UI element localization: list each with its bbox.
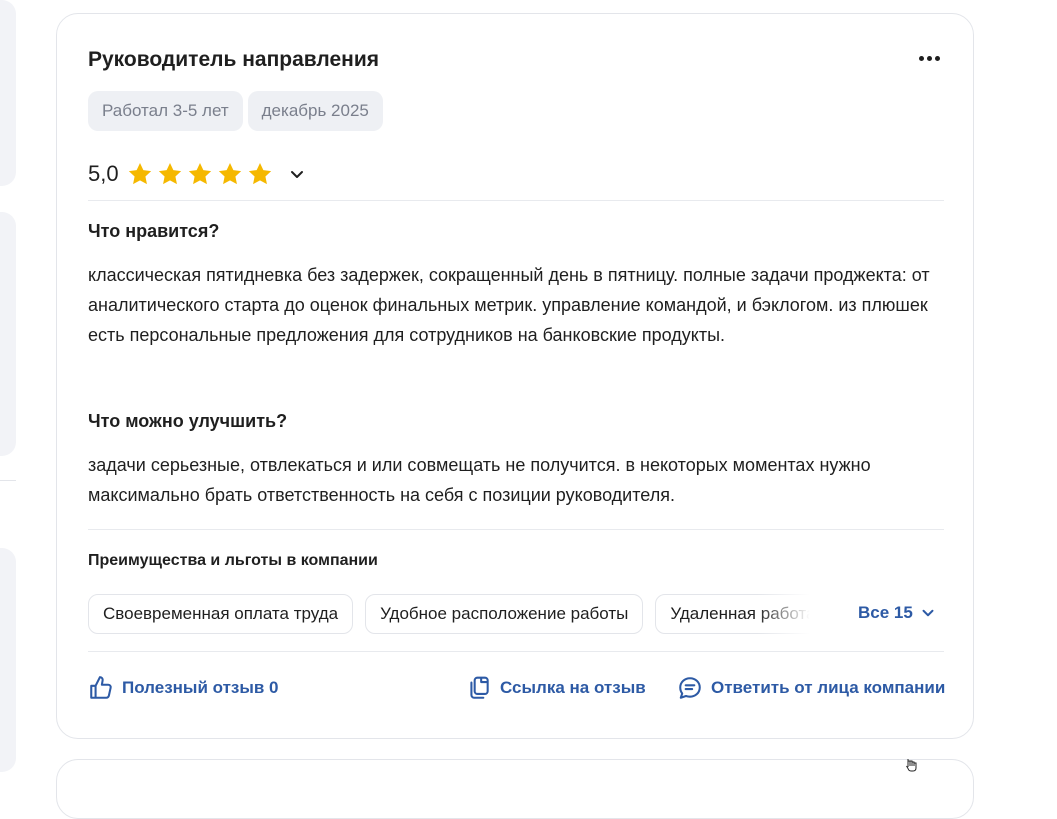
more-options-button[interactable] [913,44,945,72]
likes-heading: Что нравится? [88,221,220,241]
review-title: Руководитель направления [88,48,379,71]
copy-link-button[interactable]: Ссылка на отзыв [466,675,646,701]
hand-cursor-icon [906,759,917,772]
improve-heading: Что можно улучшить? [88,411,288,431]
chevron-down-icon[interactable] [285,162,309,186]
benefits-heading: Преимущества и льготы в компании [88,552,378,569]
thumbs-up-icon [90,676,112,699]
review-card: Руководитель направления Работал 3-5 лет… [56,13,974,739]
adjacent-card-edge [0,548,16,772]
divider [88,651,944,652]
benefit-chip[interactable]: Удобное расположение работы [365,594,644,634]
divider [88,529,944,530]
more-horizontal-icon [918,55,924,61]
benefits-chips: Своевременная оплата труда Удобное распо… [88,594,818,634]
chat-bubble-icon [679,677,701,699]
rating-value: 5,0 [88,161,119,186]
all-benefits-label: Все 15 [858,603,913,622]
helpful-label: Полезный отзыв 0 [122,678,279,697]
divider [88,200,944,201]
rating-row: 5,0 [88,158,309,190]
adjacent-card-edge [0,0,16,186]
rating-stars [127,161,273,187]
benefit-chip[interactable]: Удаленная работа [655,594,818,634]
reply-as-company-button[interactable]: Ответить от лица компании [677,675,945,701]
divider [0,480,16,481]
copy-link-label: Ссылка на отзыв [500,678,646,697]
helpful-review-button[interactable]: Полезный отзыв 0 [88,675,279,701]
star-icon [128,162,151,185]
all-benefits-button[interactable]: Все 15 [858,603,937,623]
benefit-chip[interactable]: Своевременная оплата труда [88,594,354,634]
review-tags: Работал 3-5 лет декабрь 2025 [88,91,383,131]
tag-date: декабрь 2025 [247,91,383,131]
likes-text: классическая пятидневка без задержек, со… [88,265,930,345]
star-icon [188,162,211,185]
improve-text: задачи серьезные, отвлекаться и или совм… [88,455,871,505]
star-icon [218,162,241,185]
copy-link-icon [470,676,489,699]
star-icon [248,162,271,185]
next-review-card [56,759,974,819]
reply-label: Ответить от лица компании [711,678,946,697]
star-icon [158,162,181,185]
tag-experience: Работал 3-5 лет [88,91,243,131]
chevron-down-icon [922,609,934,617]
adjacent-card-edge [0,212,16,456]
